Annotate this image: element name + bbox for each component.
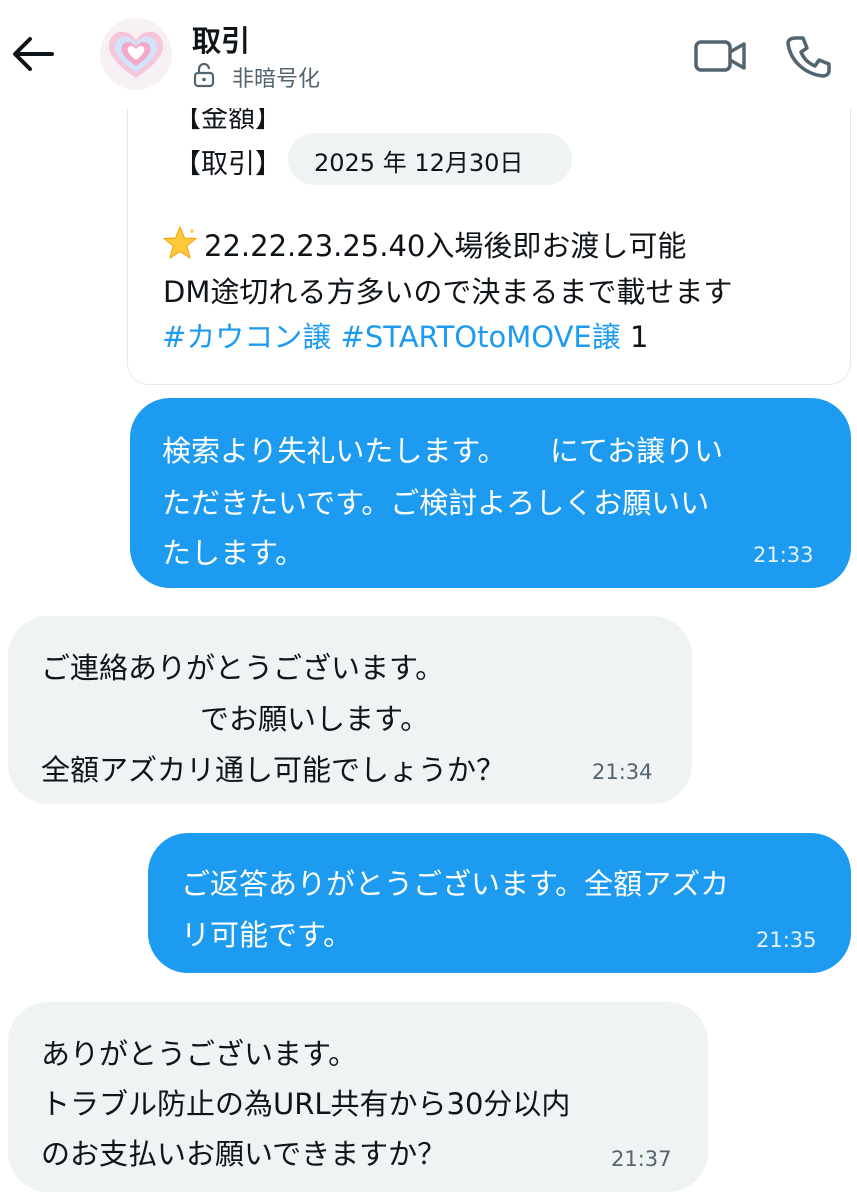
post-line-1: 22.22.23.25.40入場後即お渡し可能 (162, 223, 686, 265)
post-line-2: DM途切れる方多いので決まるまで載せます (163, 275, 733, 309)
message-text-line: トラブル防止の為URL共有から30分以内 (41, 1087, 571, 1121)
message-bubble-incoming[interactable]: ご連絡ありがとうございます。 でお願いします。 全額アズカリ通し可能でしょうか？… (8, 616, 692, 804)
message-bubble-incoming[interactable]: ありがとうございます。 トラブル防止の為URL共有から30分以内 のお支払いお願… (8, 1002, 708, 1192)
message-bubble-outgoing[interactable]: 検索より失礼いたします。 にてお譲りい ただきたいです。ご検討よろしくお願いい … (130, 398, 851, 588)
hashtag-link[interactable]: #カウコン譲 (162, 320, 331, 354)
post-line-1-text: 22.22.23.25.40入場後即お渡し可能 (204, 229, 687, 263)
deal-date: 2025 年 12月30日 (314, 149, 524, 177)
conversation-header: 取引 非暗号化 (0, 0, 857, 108)
video-call-icon[interactable] (694, 36, 746, 76)
message-text-line: 全額アズカリ通し可能でしょうか？ (41, 753, 506, 787)
star-emoji-icon (162, 226, 198, 260)
message-time: 21:33 (753, 543, 814, 567)
deal-label: 【取引】 (174, 149, 282, 180)
message-time: 21:35 (756, 928, 817, 952)
heart-avatar-icon (108, 31, 164, 78)
message-text-line: たします。 (162, 536, 305, 570)
message-text-line: のお支払いお願いできますか？ (41, 1137, 447, 1171)
lock-icon (193, 62, 215, 88)
message-text-line: 検索より失礼いたします。 にてお譲りい (162, 434, 724, 468)
post-trailing-text: 1 (629, 320, 649, 354)
message-bubble-outgoing[interactable]: ご返答ありがとうございます。全額アズカ リ可能です。 21:35 (148, 833, 851, 973)
message-text-line: ご返答ありがとうございます。全額アズカ (181, 867, 730, 901)
message-time: 21:37 (611, 1147, 672, 1171)
message-text-line: でお願いします。 (200, 702, 430, 736)
message-time: 21:34 (592, 760, 653, 784)
avatar[interactable] (100, 18, 172, 90)
message-text-line: ありがとうございます。 (41, 1037, 358, 1071)
message-text-line: ただきたいです。ご検討よろしくお願いい (162, 486, 710, 520)
post-hashtags: #カウコン譲 #STARTOtoMOVE譲 1 (162, 314, 648, 356)
phone-icon[interactable] (786, 34, 832, 78)
message-text-line: リ可能です。 (181, 918, 353, 952)
conversation-title: 取引 (192, 24, 251, 58)
hashtag-link[interactable]: #STARTOtoMOVE譲 (341, 320, 621, 354)
back-arrow-icon[interactable] (10, 34, 56, 74)
message-text-line: ご連絡ありがとうございます。 (41, 651, 445, 685)
encryption-status: 非暗号化 (232, 67, 321, 92)
